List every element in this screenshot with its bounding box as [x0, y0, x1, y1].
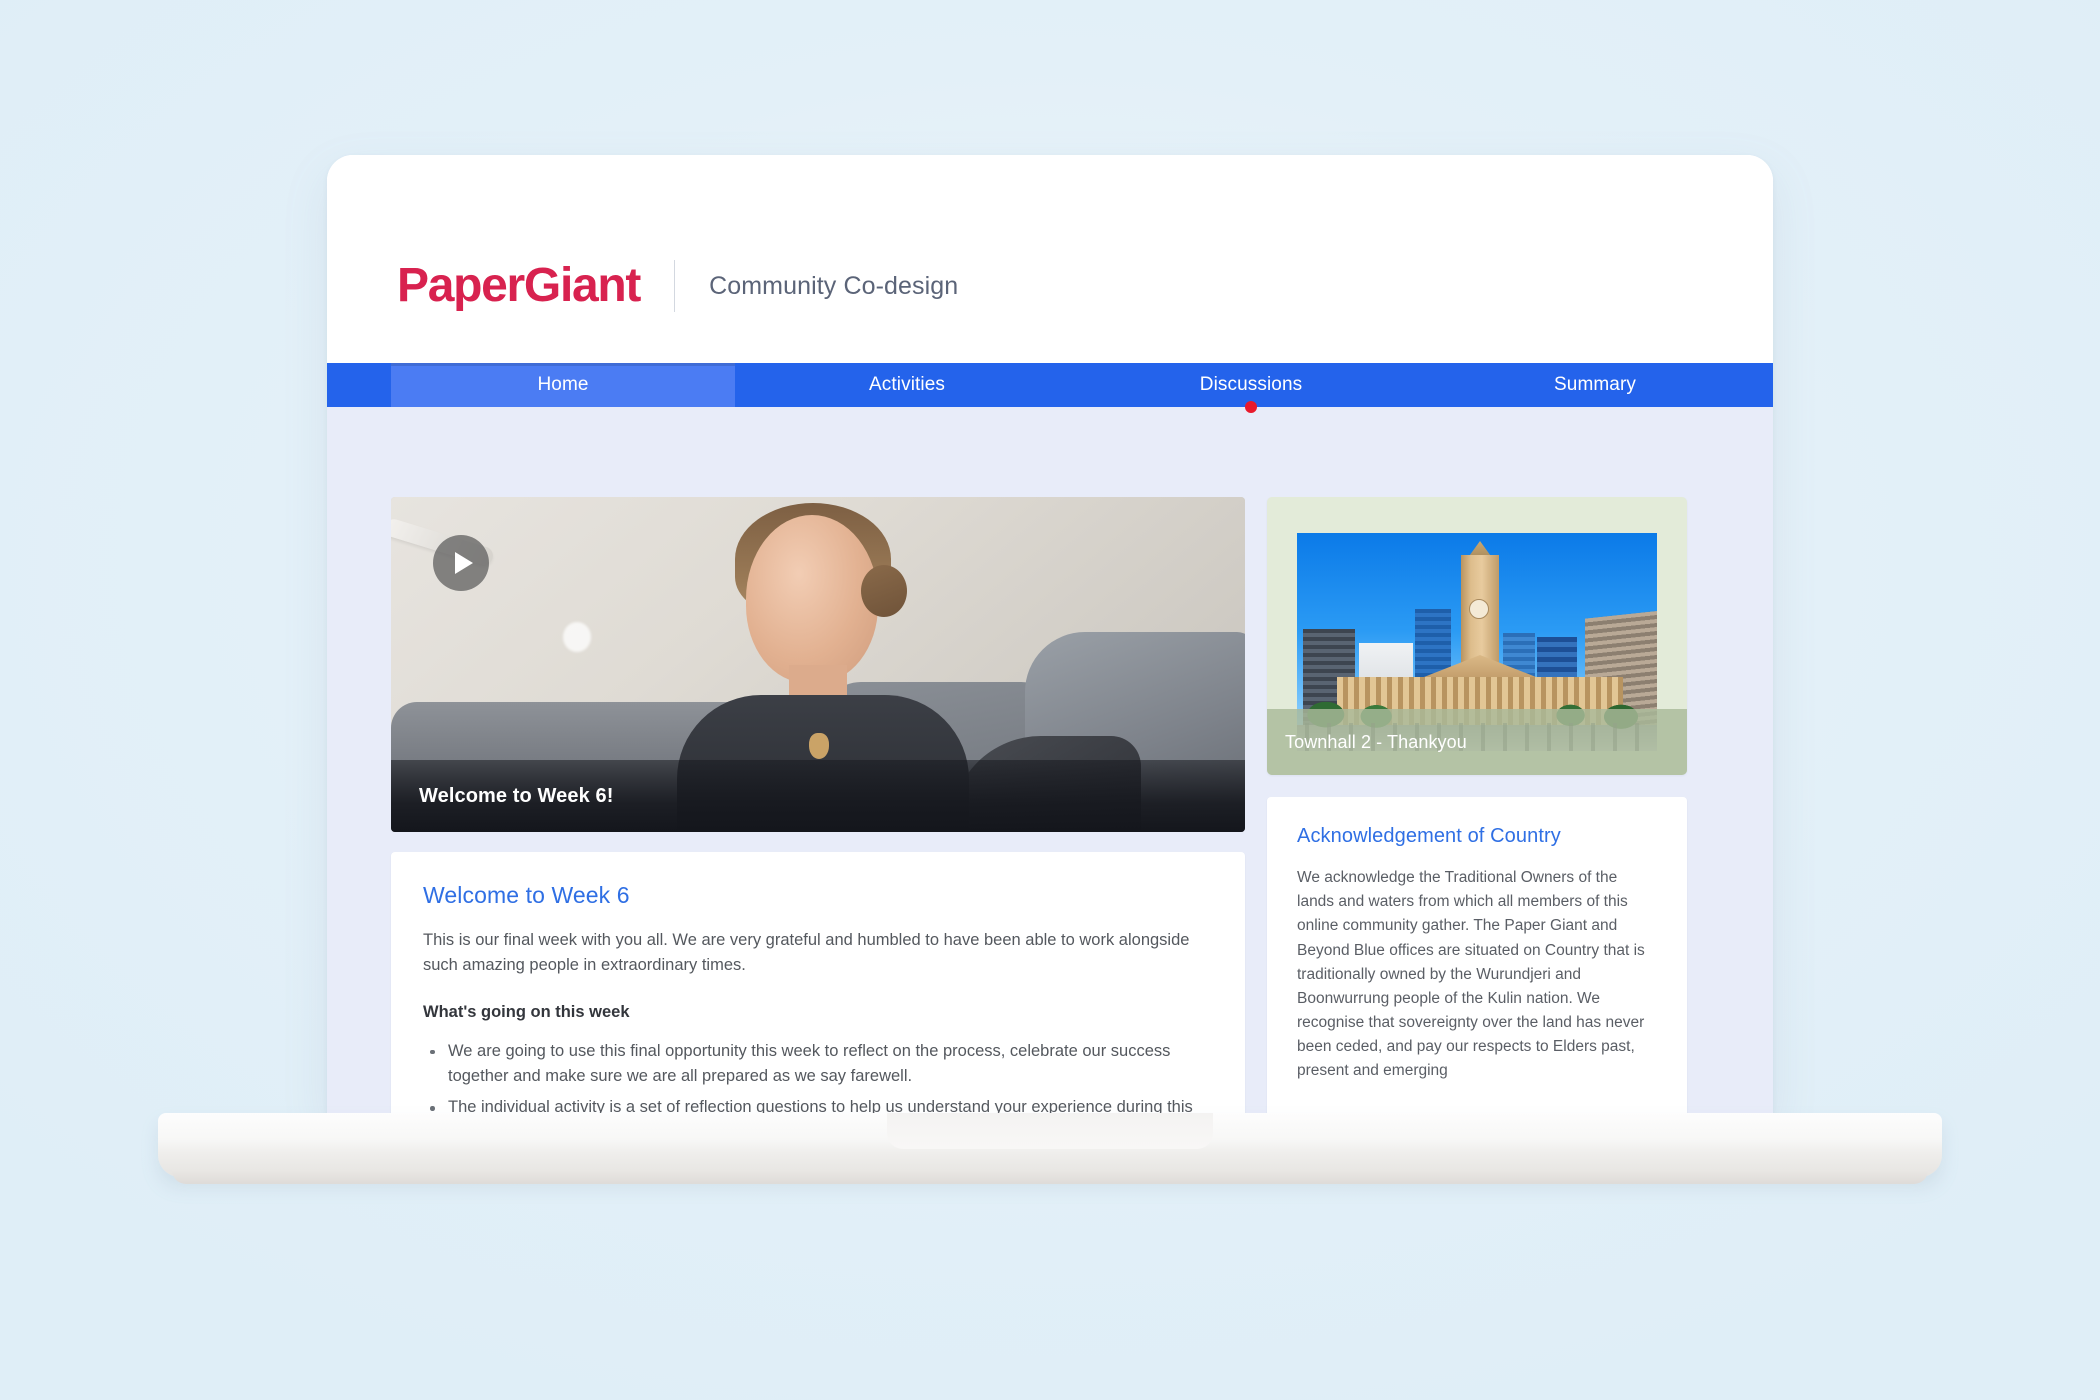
article-subheading: What's going on this week	[423, 1003, 630, 1022]
notification-dot-icon	[1245, 401, 1257, 413]
video-caption-bar: Welcome to Week 6!	[391, 760, 1245, 832]
townhall-overlay: Townhall 2 - Thankyou	[1267, 709, 1687, 775]
tab-summary[interactable]: Summary	[1423, 363, 1767, 407]
tab-activities-label: Activities	[869, 374, 945, 395]
welcome-article-card: Welcome to Week 6 This is our final week…	[391, 852, 1245, 1116]
tab-home-label: Home	[537, 374, 589, 395]
main-navigation: Home Activities Discussions Summary	[327, 363, 1773, 413]
laptop-base-notch	[887, 1113, 1213, 1149]
list-item: We are going to use this final opportuni…	[423, 1039, 1213, 1089]
nav-spacer-left	[327, 363, 391, 407]
townhall-label: Townhall 2 - Thankyou	[1285, 731, 1467, 752]
tab-home[interactable]: Home	[391, 363, 735, 407]
clock-icon	[1469, 599, 1489, 619]
tab-discussions[interactable]: Discussions	[1079, 363, 1423, 413]
brand-divider	[674, 260, 676, 312]
page-content: Welcome to Week 6! Welcome to Week 6 Thi…	[327, 407, 1773, 1116]
site-header: PaperGiant Community Co-design	[327, 155, 1773, 363]
article-intro: This is our final week with you all. We …	[423, 931, 1190, 975]
sidebar-column: Townhall 2 - Thankyou Acknowledgement of…	[1267, 497, 1687, 1116]
laptop-mockup: PaperGiant Community Co-design Home Acti…	[0, 0, 2100, 1400]
tab-summary-label: Summary	[1554, 374, 1636, 395]
article-title: Welcome to Week 6	[423, 882, 630, 908]
townhall-card[interactable]: Townhall 2 - Thankyou	[1267, 497, 1687, 775]
video-caption: Welcome to Week 6!	[419, 784, 614, 807]
tab-discussions-label: Discussions	[1199, 374, 1303, 395]
brand-row: PaperGiant Community Co-design	[397, 260, 1773, 312]
article-bullet-list: We are going to use this final opportuni…	[423, 1039, 1213, 1116]
decor-blob	[563, 622, 591, 652]
main-column: Welcome to Week 6! Welcome to Week 6 Thi…	[391, 497, 1245, 1116]
site-subtitle: Community Co-design	[709, 271, 959, 300]
play-icon[interactable]	[433, 535, 489, 591]
welcome-video-player[interactable]: Welcome to Week 6!	[391, 497, 1245, 832]
acknowledgement-body: We acknowledge the Traditional Owners of…	[1297, 869, 1645, 1080]
tab-activities[interactable]: Activities	[735, 363, 1079, 407]
nav-spacer-right	[1767, 363, 1773, 407]
acknowledgement-title: Acknowledgement of Country	[1297, 825, 1561, 847]
laptop-screen: PaperGiant Community Co-design Home Acti…	[327, 155, 1773, 1116]
papergiant-logo[interactable]: PaperGiant	[397, 262, 641, 310]
acknowledgement-card: Acknowledgement of Country We acknowledg…	[1267, 797, 1687, 1116]
